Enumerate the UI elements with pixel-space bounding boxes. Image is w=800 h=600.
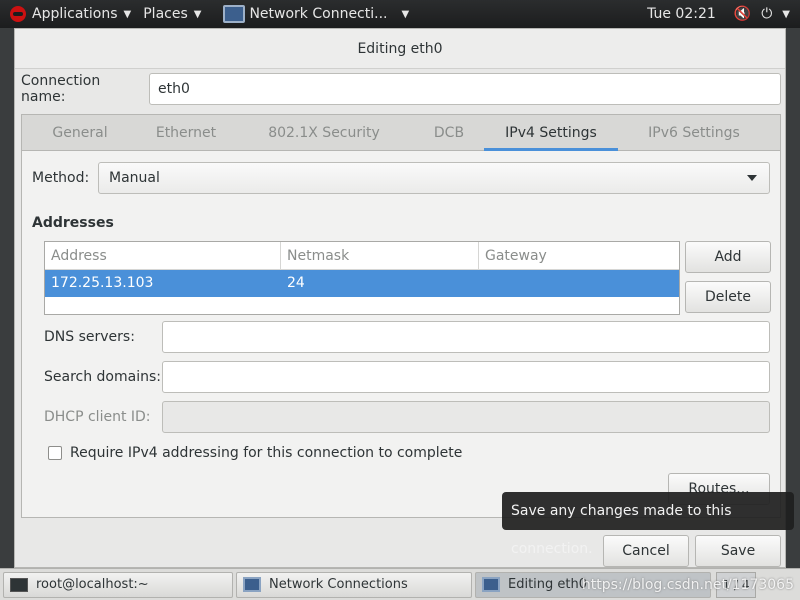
- terminal-icon: [10, 577, 28, 592]
- cell-gateway[interactable]: [479, 270, 679, 297]
- applications-menu[interactable]: Applications ▼: [0, 0, 137, 28]
- places-menu[interactable]: Places ▼: [137, 0, 207, 28]
- delete-address-button[interactable]: Delete: [685, 281, 771, 313]
- editing-connection-dialog: Editing eth0 Connection name: eth0 Gener…: [14, 28, 786, 568]
- save-tooltip: Save any changes made to this connection…: [502, 492, 794, 557]
- dns-servers-row: DNS servers:: [44, 321, 770, 353]
- search-domains-label: Search domains:: [44, 369, 161, 385]
- dhcp-client-id-label: DHCP client ID:: [44, 409, 151, 425]
- dhcp-client-id-input: [162, 401, 770, 433]
- cancel-button[interactable]: Cancel: [603, 535, 689, 567]
- connection-name-row: Connection name: eth0: [21, 73, 781, 105]
- column-header-address[interactable]: Address: [45, 242, 281, 269]
- top-panel: Applications ▼ Places ▼ Network Connecti…: [0, 0, 800, 28]
- task-label: root@localhost:~: [36, 577, 149, 592]
- tab-dcb[interactable]: DCB: [414, 115, 484, 151]
- task-terminal[interactable]: root@localhost:~: [3, 571, 233, 598]
- network-connections-icon: [223, 5, 246, 23]
- volume-muted-icon[interactable]: 🔇: [734, 6, 751, 22]
- chevron-down-icon: ▼: [123, 8, 132, 20]
- dns-servers-label: DNS servers:: [44, 329, 135, 345]
- applications-label: Applications: [32, 6, 118, 22]
- column-header-netmask[interactable]: Netmask: [281, 242, 479, 269]
- app-menu-network-connections[interactable]: Network Connecti... ▼: [217, 0, 415, 28]
- connection-name-input[interactable]: eth0: [149, 73, 781, 105]
- method-dropdown[interactable]: Manual: [98, 162, 770, 194]
- cell-address[interactable]: 172.25.13.103: [45, 270, 281, 297]
- table-row[interactable]: 172.25.13.103 24: [45, 270, 679, 297]
- method-row: Method: Manual: [32, 162, 770, 194]
- power-icon[interactable]: ⏻: [761, 6, 772, 22]
- tab-ipv4-settings[interactable]: IPv4 Settings: [484, 115, 618, 151]
- network-connections-icon: [243, 577, 261, 592]
- tab-general[interactable]: General: [22, 115, 138, 151]
- addresses-table[interactable]: Address Netmask Gateway 172.25.13.103 24: [44, 241, 680, 315]
- tab-bar: General Ethernet 802.1X Security DCB IPv…: [22, 115, 780, 151]
- search-domains-input[interactable]: [162, 361, 770, 393]
- places-label: Places: [143, 6, 188, 22]
- column-header-gateway[interactable]: Gateway: [479, 242, 679, 269]
- dns-servers-input[interactable]: [162, 321, 770, 353]
- redhat-logo-icon: [10, 6, 26, 22]
- require-ipv4-row[interactable]: Require IPv4 addressing for this connect…: [48, 445, 462, 461]
- settings-notebook: General Ethernet 802.1X Security DCB IPv…: [21, 114, 781, 518]
- task-label: Network Connections: [269, 577, 408, 592]
- clock[interactable]: Tue 02:21: [647, 6, 716, 22]
- method-value: Manual: [109, 170, 160, 186]
- tab-8021x-security[interactable]: 802.1X Security: [234, 115, 414, 151]
- task-label: Editing eth0: [508, 577, 588, 592]
- network-connections-icon: [482, 577, 500, 592]
- addresses-heading: Addresses: [32, 215, 114, 231]
- dropdown-arrow-icon: [747, 175, 757, 181]
- chevron-down-icon: ▼: [193, 8, 202, 20]
- require-ipv4-label: Require IPv4 addressing for this connect…: [70, 445, 463, 461]
- chevron-down-icon[interactable]: ▼: [782, 9, 790, 20]
- dhcp-client-id-row: DHCP client ID:: [44, 401, 770, 433]
- app-menu-label: Network Connecti...: [249, 6, 388, 22]
- save-button[interactable]: Save: [695, 535, 781, 567]
- chevron-down-icon: ▼: [401, 8, 410, 20]
- search-domains-row: Search domains:: [44, 361, 770, 393]
- system-tray: Tue 02:21 🔇 ⏻ ▼: [647, 6, 800, 22]
- require-ipv4-checkbox[interactable]: [48, 446, 62, 460]
- cell-netmask[interactable]: 24: [281, 270, 479, 297]
- bottom-taskbar: root@localhost:~ Network Connections Edi…: [0, 568, 800, 600]
- task-network-connections[interactable]: Network Connections: [236, 571, 472, 598]
- add-address-button[interactable]: Add: [685, 241, 771, 273]
- table-header: Address Netmask Gateway: [45, 242, 679, 270]
- method-label: Method:: [32, 170, 90, 186]
- dialog-title: Editing eth0: [15, 29, 785, 69]
- tab-ethernet[interactable]: Ethernet: [138, 115, 234, 151]
- watermark: https://blog.csdn.net/1173065: [581, 577, 794, 593]
- connection-name-label: Connection name:: [21, 73, 101, 105]
- tab-ipv6-settings[interactable]: IPv6 Settings: [618, 115, 770, 151]
